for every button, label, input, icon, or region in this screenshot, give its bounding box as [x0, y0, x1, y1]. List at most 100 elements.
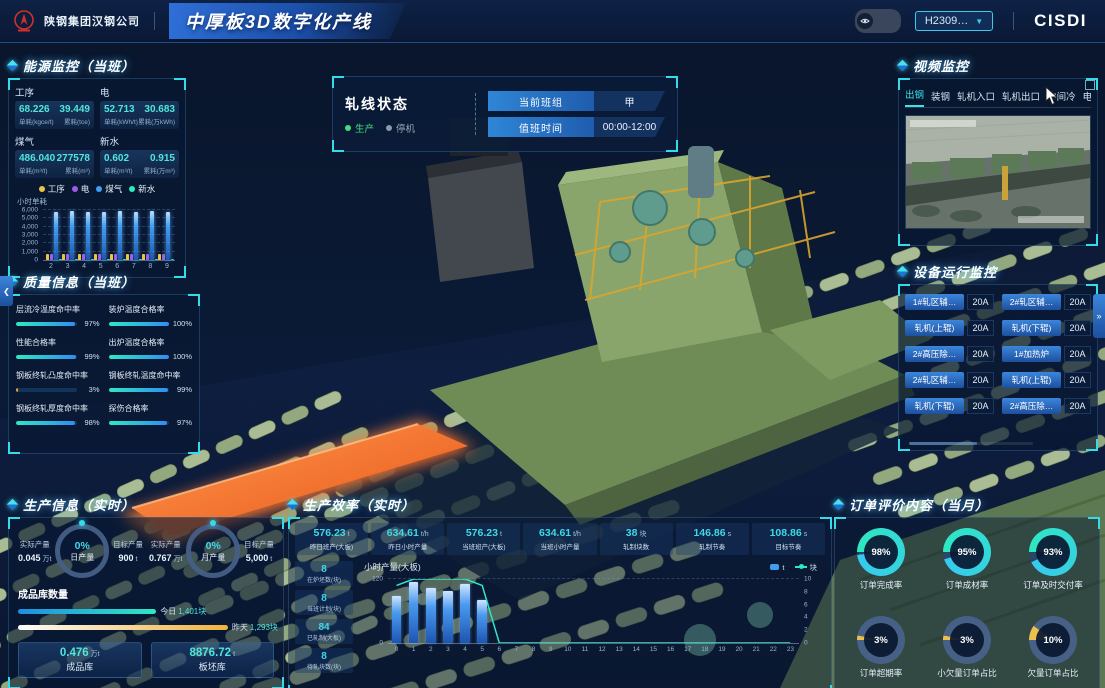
equipment-row: 轧机(上辊)20A [1002, 372, 1091, 388]
equipment-row: 2#高压除…20A [1002, 398, 1091, 414]
equipment-row: 1#轧区辅…20A [905, 294, 994, 310]
panel-title-text: 能源监控（当班） [23, 56, 135, 75]
quality-metric: 出炉温度合格率100% [109, 337, 193, 361]
energy-chart-yticks: 01,0002,0003,0004,0005,0006,000 [15, 210, 41, 260]
mouse-cursor [1045, 86, 1059, 106]
energy-group: 新水 0.6020.915 单耗(m³/t)累耗(万m³) [100, 133, 179, 178]
panel-title-text: 订单评价内容（当月） [849, 495, 989, 514]
diamond-icon [287, 498, 298, 509]
efficiency-stat: 108.86s目标节奏 [752, 523, 825, 555]
hourly-line-series [388, 579, 799, 643]
equipment-scrollbar [909, 442, 1033, 445]
camera-feed[interactable] [905, 115, 1091, 229]
dashboard: 陕钢集团汉钢公司 中厚板3D数字化产线 H2309… ▼ CISDI 能源监控（… [0, 0, 1105, 688]
fullscreen-icon[interactable] [1085, 80, 1095, 90]
tab-camera-3[interactable]: 轧机出口 [1002, 89, 1040, 107]
panel-production-info: 生产信息（实时） 实际产量 0.045万t 0% 日产量 目标产量 900t [8, 495, 284, 688]
top-bar-left: 陕钢集团汉钢公司 中厚板3D数字化产线 [0, 3, 406, 39]
energy-hourly-chart: 01,0002,0003,0004,0005,0006,000 [43, 210, 175, 261]
divider [1013, 12, 1014, 30]
quality-metric: 层流冷温度命中率97% [16, 304, 100, 328]
tab-camera-5[interactable]: 电动辊 [1083, 89, 1091, 107]
order-donut: 3% 订单超期率 [857, 616, 905, 688]
bar-legend-swatch [770, 564, 779, 570]
company-name: 陕钢集团汉钢公司 [44, 13, 140, 29]
efficiency-stat: 576.23t当班班产(大板) [447, 523, 520, 555]
camera-tabs: 出钢 装钢 轧机入口 轧机出口 中间冷 电动辊 [905, 83, 1091, 108]
side-stat: 8待轧块数(块) [295, 648, 353, 673]
energy-chart-legend: 工序 电 煤气 新水 [15, 183, 179, 195]
top-bar-right: H2309… ▼ CISDI [855, 9, 1105, 33]
energy-chart-xticks: 23456789 [43, 263, 175, 270]
panel-video-monitoring: 视频监控 出钢 装钢 轧机入口 轧机出口 中间冷 电动辊 [898, 56, 1098, 246]
line-status-body: 轧线状态 生产 停机 当前班组 甲 值班时间 00:00-12:00 [332, 76, 678, 152]
left-axis-ticks: 0120 [360, 579, 386, 643]
order-donut: 3% 小欠量订单占比 [937, 616, 997, 688]
quality-metric: 钢板终轧厚度命中率98% [16, 403, 100, 427]
panel-title: 能源监控（当班） [8, 56, 186, 74]
panel-title: 生产信息（实时） [8, 495, 284, 513]
inventory-yesterday-bar: 昨天1,293块 [18, 622, 274, 633]
equipment-row: 轧机(上辊)20A [905, 320, 994, 336]
eye-icon [857, 13, 873, 29]
panel-title-text: 视频监控 [913, 56, 969, 75]
panel-equipment-monitoring: 设备运行监控 1#轧区辅…20A 2#轧区辅…20A 轧机(上辊)20A 轧机(… [898, 262, 1098, 451]
efficiency-stat: 634.61t/h当班小时产量 [523, 523, 596, 555]
tab-camera-2[interactable]: 轧机入口 [957, 89, 995, 107]
production-panel-body: 实际产量 0.045万t 0% 日产量 目标产量 900t 实际产量 [8, 517, 284, 688]
panel-quality-info: 质量信息（当班） 层流冷温度命中率97% 装炉温度合格率100% 性能合格率99… [8, 272, 200, 454]
monthly-output-gauge: 0% 月产量 [186, 524, 240, 578]
daily-output-gauge: 0% 日产量 [55, 524, 109, 578]
slab-store-stat: 8876.72t 板坯库 [151, 642, 275, 678]
finished-store-stat: 0.476万t 成品库 [18, 642, 142, 678]
panel-title-text: 设备运行监控 [913, 262, 997, 281]
duty-time-field: 值班时间 00:00-12:00 [488, 117, 665, 137]
legend-dot [72, 186, 78, 192]
efficiency-panel-body: 576.23t昨日班产(大板) 634.61t/h昨日小时产量 576.23t当… [288, 517, 832, 688]
divider [475, 93, 476, 135]
efficiency-stat: 38块轧制块数 [600, 523, 673, 555]
tab-camera-0[interactable]: 出钢 [905, 87, 924, 107]
panel-title-text: 生产效率（实时） [303, 495, 415, 514]
panel-title: 质量信息（当班） [8, 272, 200, 290]
inventory-today-bar: 今日1,401块 [18, 606, 274, 617]
panel-collapse-handle-left[interactable]: ❮ [0, 276, 13, 306]
monthly-output-gauge-group: 实际产量 0.767万t 0% 月产量 目标产量 5,000t [149, 524, 274, 578]
order-donut: 93% 订单及时交付率 [1023, 528, 1083, 608]
legend-dot [39, 186, 45, 192]
scrollbar-thumb[interactable] [909, 442, 977, 445]
panel-title-text: 质量信息（当班） [23, 272, 135, 291]
equipment-panel-body: 1#轧区辅…20A 2#轧区辅…20A 轧机(上辊)20A 轧机(下辊)20A … [898, 284, 1098, 451]
energy-metric-grid: 工序 68.22639.449 单耗(kgce/t)累耗(tce) 电 52.7… [15, 84, 179, 178]
energy-chart-ylabel: 小时单耗 [17, 196, 179, 207]
company-logo-icon [12, 9, 36, 33]
panel-collapse-handle-right[interactable]: » [1093, 294, 1105, 338]
diamond-icon [7, 498, 18, 509]
energy-group: 煤气 486.040277578 单耗(m³/t)累耗(m³) [15, 133, 94, 178]
current-shift-value: 甲 [594, 91, 665, 111]
chart-title: 小时产量(大板) [364, 561, 421, 573]
divider [154, 12, 155, 30]
side-stat: 8当班计划(块) [295, 590, 353, 615]
view-selector-dropdown[interactable]: H2309… ▼ [915, 11, 993, 31]
quality-metric: 装炉温度合格率100% [109, 304, 193, 328]
stopped-dot [386, 125, 392, 131]
visibility-toggle[interactable] [855, 9, 901, 33]
tab-camera-1[interactable]: 装钢 [931, 89, 950, 107]
energy-panel-body: 工序 68.22639.449 单耗(kgce/t)累耗(tce) 电 52.7… [8, 78, 186, 278]
order-donut: 95% 订单成材率 [943, 528, 991, 608]
right-axis-ticks: 0246810 [801, 579, 823, 643]
duty-time-value: 00:00-12:00 [594, 117, 665, 137]
panel-title: 生产效率（实时） [288, 495, 832, 513]
quality-metric: 性能合格率99% [16, 337, 100, 361]
legend-dot [96, 186, 102, 192]
side-stat: 84已轧制(大板) [295, 619, 353, 644]
equipment-row: 2#轧区辅…20A [905, 372, 994, 388]
page-title: 中厚板3D数字化产线 [169, 3, 406, 39]
panel-line-status: 轧线状态 生产 停机 当前班组 甲 值班时间 00:00-12:00 [332, 76, 678, 152]
producing-dot [345, 125, 351, 131]
equipment-row: 1#加热炉20A [1002, 346, 1091, 362]
order-donut: 10% 欠量订单占比 [1027, 616, 1078, 688]
efficiency-stat: 576.23t昨日班产(大板) [295, 523, 368, 555]
chevron-down-icon: ▼ [975, 17, 983, 26]
